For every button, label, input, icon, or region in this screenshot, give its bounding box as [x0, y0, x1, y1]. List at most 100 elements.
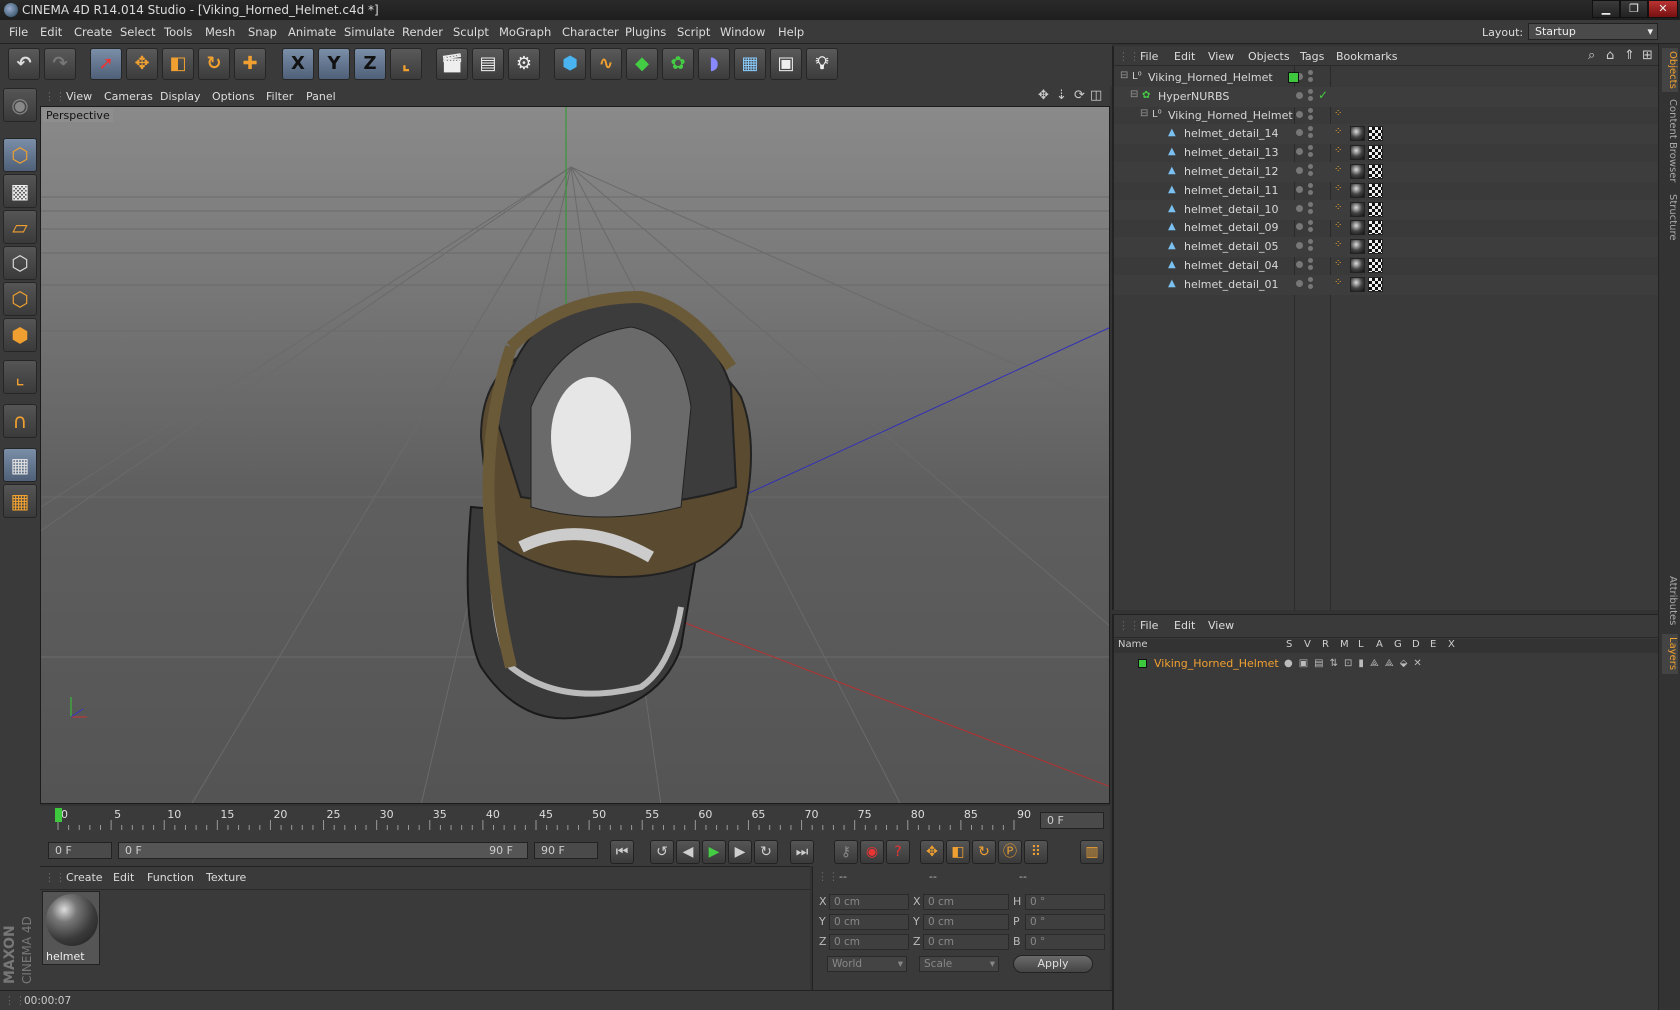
render-visibility-dot[interactable] — [1308, 258, 1313, 263]
viewport-menu-cameras[interactable]: Cameras — [104, 90, 153, 103]
material-menu-function[interactable]: Function — [147, 871, 194, 884]
render-visibility-dot[interactable] — [1308, 114, 1313, 120]
maximize-view-icon[interactable]: ◫ — [1090, 88, 1102, 103]
object-row[interactable]: ⊟ L⁰ Viking_Horned_Helmet — [1114, 68, 1660, 88]
object-row[interactable]: ▲ helmet_detail_01 ⁘ — [1114, 274, 1660, 295]
move-tool-button[interactable]: ✥ — [126, 48, 158, 80]
uvw-tag-icon[interactable] — [1368, 220, 1383, 236]
parameter-key-button[interactable]: Ⓟ — [998, 840, 1022, 864]
object-row[interactable]: ▲ helmet_detail_09 ⁘ — [1114, 218, 1660, 238]
render-visibility-dot[interactable] — [1308, 283, 1313, 289]
material-swatch-helmet[interactable]: helmet — [42, 891, 100, 965]
menu-script[interactable]: Script — [677, 25, 710, 39]
recent-tool-button[interactable]: ✚ — [234, 48, 266, 80]
redo-button[interactable]: ↷ — [44, 48, 76, 80]
workplane-lock-button[interactable]: ▦ — [3, 448, 37, 482]
render-visibility-dot[interactable] — [1308, 164, 1313, 169]
object-row[interactable]: ▲ helmet_detail_10 ⁘ — [1114, 199, 1660, 220]
menu-file[interactable]: File — [9, 25, 28, 39]
render-view-button[interactable]: 🎬︎ — [436, 48, 468, 80]
y-axis-lock-button[interactable]: Y — [318, 48, 350, 80]
point-level-key-button[interactable]: ⠿ — [1024, 840, 1048, 864]
tab-content-browser[interactable]: Content Browser — [1662, 96, 1678, 186]
object-row[interactable]: ▲ helmet_detail_13 ⁘ — [1114, 143, 1660, 163]
tab-structure[interactable]: Structure — [1662, 190, 1678, 244]
check-enabled-icon[interactable]: ✓ — [1318, 88, 1328, 102]
size-mode-dropdown[interactable]: Scale ▾ — [919, 956, 999, 972]
rotate-view-icon[interactable]: ⟳ — [1074, 88, 1085, 103]
rot-h-field[interactable]: 0 ° — [1025, 894, 1105, 910]
add-cube-button[interactable]: ⬢ — [554, 48, 586, 80]
layout-dropdown[interactable]: Startup ▾ — [1528, 23, 1658, 40]
edges-mode-button[interactable]: ⬡ — [3, 282, 37, 316]
add-camera-button[interactable]: ▣ — [770, 48, 802, 80]
phong-tag-icon[interactable]: ⁘ — [1334, 108, 1342, 119]
tab-layers[interactable]: Layers — [1662, 634, 1678, 674]
pos-y-field[interactable]: 0 cm — [829, 914, 909, 930]
start-frame-field[interactable]: 0 F — [48, 842, 112, 859]
keyframe-selection-button[interactable]: ? — [886, 840, 910, 864]
col-expressions[interactable]: E — [1430, 639, 1436, 650]
menu-select[interactable]: Select — [120, 25, 155, 39]
add-deformer-button[interactable]: ◗ — [698, 48, 730, 80]
viewport-menu-options[interactable]: Options — [212, 90, 254, 103]
object-name[interactable]: helmet_detail_11 — [1184, 184, 1279, 197]
pos-x-field[interactable]: 0 cm — [829, 894, 909, 910]
layer-flag-icons[interactable]: ●▣▤⇅⊡▮⟁⟁⬙✕ — [1284, 658, 1428, 669]
size-z-field[interactable]: 0 cm — [923, 934, 1009, 950]
viewport-menu-view[interactable]: View — [66, 90, 92, 103]
uvw-tag-icon[interactable] — [1368, 164, 1383, 179]
layers-menu-view[interactable]: View — [1208, 619, 1234, 632]
objects-menu-objects[interactable]: Objects — [1248, 50, 1290, 63]
timeline-ruler[interactable]: 0 5 10 15 20 25 30 35 40 45 50 55 60 65 70 75 80 85 90 — [52, 806, 1037, 834]
render-visibility-dot[interactable] — [1308, 239, 1313, 245]
col-manager[interactable]: M — [1340, 639, 1349, 650]
col-animation[interactable]: A — [1376, 639, 1383, 650]
viewport-menu-display[interactable]: Display — [160, 90, 201, 103]
rotation-key-button[interactable]: ↻ — [972, 840, 996, 864]
apply-button[interactable]: Apply — [1013, 955, 1093, 973]
render-settings-button[interactable]: ⚙ — [508, 48, 540, 80]
uvw-tag-icon[interactable] — [1368, 276, 1383, 292]
texture-tag-material[interactable] — [1350, 182, 1365, 198]
layer-color-tag[interactable] — [1288, 72, 1299, 83]
col-view[interactable]: V — [1304, 639, 1311, 650]
editor-visibility-dot[interactable] — [1296, 148, 1303, 156]
position-key-button[interactable]: ✥ — [920, 840, 944, 864]
add-array-button[interactable]: ✿ — [662, 48, 694, 80]
play-button[interactable]: ▶ — [702, 840, 726, 864]
viewport-menu-panel[interactable]: Panel — [306, 90, 336, 103]
pos-z-field[interactable]: 0 cm — [829, 934, 909, 950]
menu-plugins[interactable]: Plugins — [625, 25, 666, 39]
objects-menu-bookmarks[interactable]: Bookmarks — [1336, 50, 1397, 63]
axis-mode-button[interactable]: ⌞ — [3, 360, 37, 394]
viewport-menu-filter[interactable]: Filter — [266, 90, 293, 103]
new-window-icon[interactable]: ⊞ — [1642, 48, 1653, 63]
autokeying-button[interactable]: ◉ — [860, 840, 884, 864]
editor-visibility-dot[interactable] — [1296, 185, 1303, 193]
render-visibility-dot[interactable] — [1308, 189, 1313, 195]
menu-mograph[interactable]: MoGraph — [499, 25, 551, 39]
menu-window[interactable]: Window — [720, 25, 765, 39]
texture-tag-material[interactable] — [1350, 145, 1365, 161]
up-icon[interactable]: ⇑ — [1624, 48, 1635, 63]
phong-tag-icon[interactable]: ⁘ — [1334, 183, 1342, 194]
uvw-tag-icon[interactable] — [1368, 239, 1383, 255]
col-deformers[interactable]: D — [1412, 639, 1420, 650]
layer-name[interactable]: Viking_Horned_Helmet — [1154, 657, 1279, 670]
objects-menu-tags[interactable]: Tags — [1300, 50, 1324, 63]
layers-menu-file[interactable]: File — [1140, 619, 1158, 632]
menu-mesh[interactable]: Mesh — [205, 25, 235, 39]
end-frame-field[interactable]: 90 F — [534, 842, 598, 859]
render-visibility-dot[interactable] — [1308, 152, 1313, 158]
x-axis-lock-button[interactable]: X — [282, 48, 314, 80]
expand-toggle-icon[interactable]: ⊟ — [1120, 70, 1128, 81]
menu-create[interactable]: Create — [74, 25, 112, 39]
locked-workplane-button[interactable]: ▦ — [3, 484, 37, 518]
menu-edit[interactable]: Edit — [40, 25, 62, 39]
texture-tag-material[interactable] — [1350, 126, 1365, 142]
add-spline-button[interactable]: ∿ — [590, 48, 622, 80]
render-visibility-dot[interactable] — [1308, 70, 1313, 75]
render-visibility-dot[interactable] — [1308, 276, 1313, 282]
size-x-field[interactable]: 0 cm — [923, 894, 1009, 910]
